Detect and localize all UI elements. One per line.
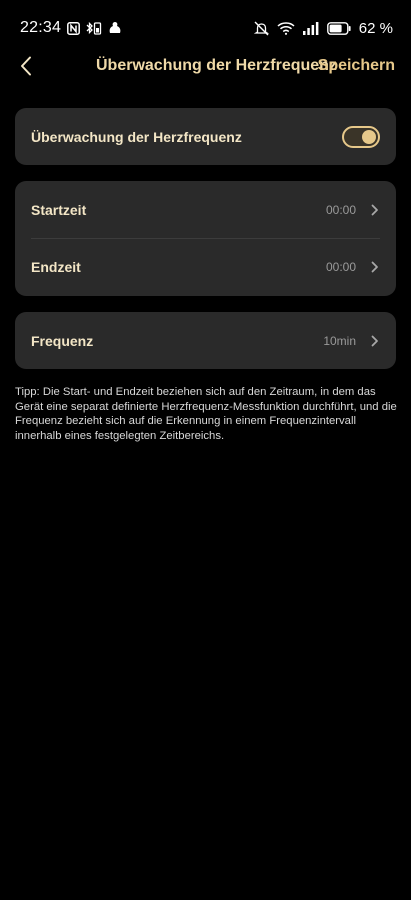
end-time-label: Endzeit: [31, 258, 81, 275]
signal-icon: [302, 21, 319, 35]
app-notification-icon: [108, 21, 122, 35]
bluetooth-battery-icon: [86, 21, 102, 35]
status-right: 62 %: [253, 19, 393, 37]
monitoring-card: Überwachung der Herzfrequenz: [15, 108, 396, 165]
start-time-row[interactable]: Startzeit 00:00: [15, 181, 396, 238]
nfc-icon: [67, 21, 80, 35]
monitoring-row: Überwachung der Herzfrequenz: [15, 108, 396, 165]
frequency-value: 10min: [323, 333, 356, 348]
start-time-value: 00:00: [325, 202, 356, 217]
battery-percentage: 62 %: [358, 19, 393, 37]
header: Überwachung der Herzfrequenz Speichern: [0, 42, 411, 94]
frequency-label: Frequenz: [31, 332, 94, 349]
toggle-knob: [362, 129, 376, 144]
status-left: 22:34: [20, 19, 122, 37]
wifi-icon: [277, 21, 295, 35]
screen: 22:34 62 % Überwachung der Herzfrequenz …: [0, 0, 411, 900]
save-button[interactable]: Speichern: [318, 57, 395, 75]
tip-text: Tipp: Die Start- und Endzeit beziehen si…: [15, 386, 397, 442]
monitoring-label: Überwachung der Herzfrequenz: [31, 128, 242, 145]
status-time: 22:34: [20, 19, 62, 36]
frequency-row[interactable]: Frequenz 10min: [15, 312, 396, 369]
monitoring-toggle[interactable]: [342, 125, 380, 148]
mute-icon: [253, 21, 269, 36]
back-button[interactable]: [12, 52, 40, 84]
start-time-label: Startzeit: [31, 201, 87, 218]
battery-icon: [326, 21, 351, 35]
page-title: Überwachung der Herzfrequenz: [96, 57, 337, 74]
frequency-card: Frequenz 10min: [15, 312, 396, 369]
end-time-row[interactable]: Endzeit 00:00: [15, 238, 396, 295]
chevron-left-icon: [20, 56, 32, 81]
times-card: Startzeit 00:00 Endzeit 00:00: [15, 181, 396, 296]
end-time-value: 00:00: [325, 259, 356, 274]
chevron-right-icon: [370, 203, 380, 217]
chevron-right-icon: [370, 334, 380, 348]
chevron-right-icon: [370, 260, 380, 274]
